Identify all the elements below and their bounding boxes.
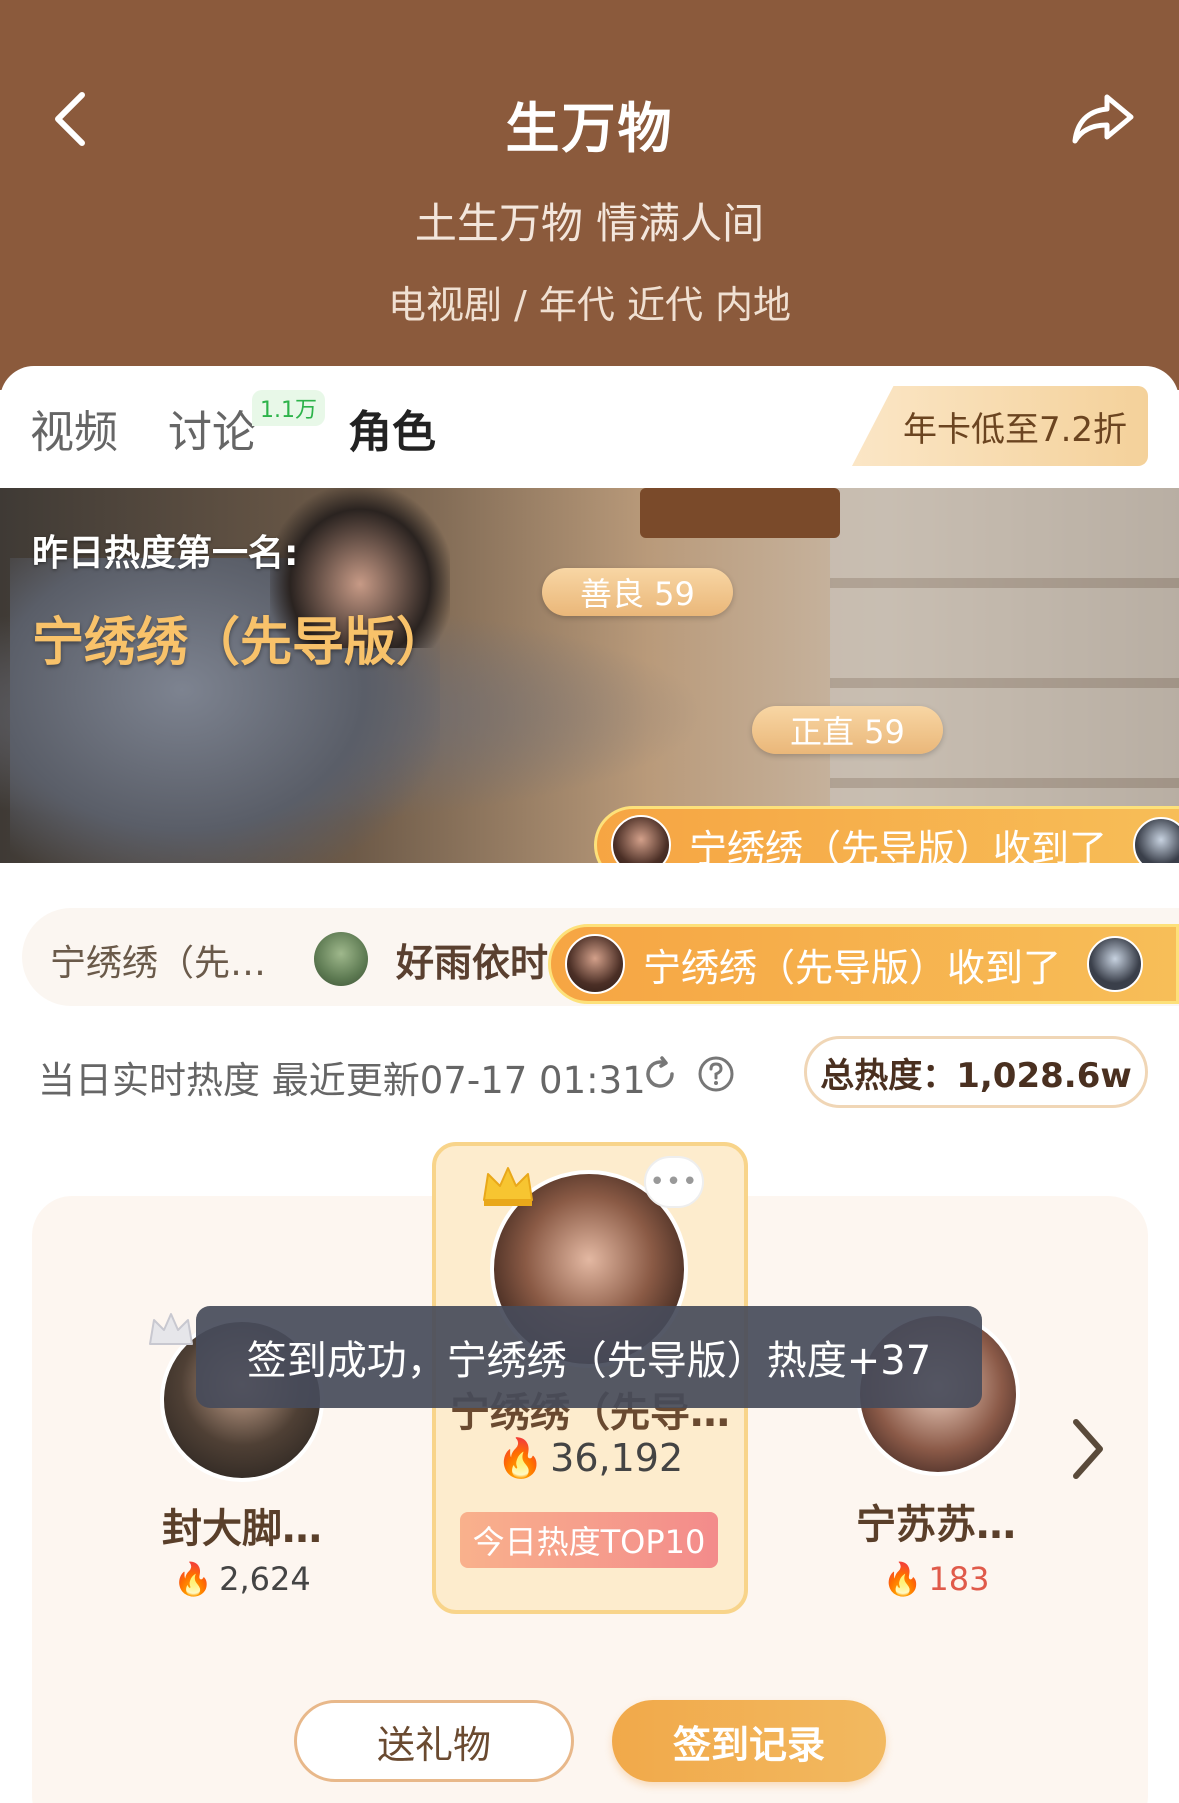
refresh-icon[interactable] [640,1054,680,1094]
tab-discussion[interactable]: 讨论 [168,396,256,460]
rank-heat: 🔥 2,624 [132,1560,352,1598]
avatar [1087,936,1144,992]
page-header: 生万物 土生万物 情满人间 电视剧 / 年代 近代 内地 [0,0,1179,390]
rank-heat-value: 36,192 [550,1436,684,1480]
rank-heat: 🔥 36,192 [432,1436,748,1481]
gift-notification-text: 宁绣绣（先导版）收到了 [689,826,1108,864]
avatar [565,934,625,994]
annual-card-promo[interactable]: 年卡低至7.2折 [852,386,1148,466]
trait-tag: 善良 59 [542,568,733,616]
page-subtitle: 土生万物 情满人间 [414,199,765,248]
help-icon[interactable] [696,1054,736,1094]
page-title: 生万物 [505,97,674,160]
gift-notification-text: 宁绣绣（先导版）收到了 [643,945,1062,990]
top-character-banner[interactable]: 昨日热度第一名: 宁绣绣（先导版） 善良 59 正直 59 宁绣绣（先导版）收到… [0,488,1179,863]
share-icon [1072,94,1134,144]
total-heat-pill: 总热度：1,028.6w [804,1036,1148,1108]
tab-video[interactable]: 视频 [30,396,118,460]
crown-icon [149,1313,193,1345]
gift-notification: 宁绣绣（先导版）收到了 [594,806,1179,863]
rank-heat: 🔥 183 [826,1560,1046,1598]
rank-heat-value: 2,624 [219,1560,311,1598]
avatar [1133,817,1179,863]
checkin-record-button[interactable]: 签到记录 [612,1700,886,1782]
avatar [611,815,671,863]
show-meta: 电视剧 / 年代 近代 内地 [387,283,792,327]
gift-notification: 宁绣绣（先导版）收到了 [548,924,1179,1004]
discussion-count-badge: 1.1万 [252,390,325,426]
flame-icon: 🔥 [496,1436,545,1480]
realtime-heat-label: 当日实时热度 最近更新07-17 01:31 [38,1059,646,1102]
checkin-success-toast: 签到成功，宁绣绣（先导版）热度+37 [196,1306,982,1408]
avatar [314,932,368,986]
crown-icon [483,1167,533,1206]
send-gift-button[interactable]: 送礼物 [294,1700,574,1782]
rank-name: 宁苏苏… [856,1502,1016,1548]
trait-tag: 正直 59 [752,706,943,754]
banner-character-name: 宁绣绣（先导版） [32,613,449,673]
tab-characters[interactable]: 角色 [348,396,436,460]
top10-badge: 今日热度TOP10 [460,1512,718,1568]
banner-label: 昨日热度第一名: [32,533,299,574]
marquee-character-name: 宁绣绣（先… [50,943,267,984]
marquee-gift-name: 好雨依时 [396,941,549,985]
flame-icon: 🔥 [173,1560,214,1598]
flame-icon: 🔥 [882,1560,923,1598]
rank-name: 封大脚… [162,1506,322,1552]
chevron-right-icon[interactable] [1062,1414,1112,1484]
comment-bubble-icon[interactable]: ••• [644,1156,704,1208]
share-button[interactable] [1063,84,1143,154]
banner-background-image [640,488,840,538]
rank-heat-value: 183 [928,1560,990,1598]
tab-bar: 视频 讨论 1.1万 角色 年卡低至7.2折 [0,366,1179,488]
